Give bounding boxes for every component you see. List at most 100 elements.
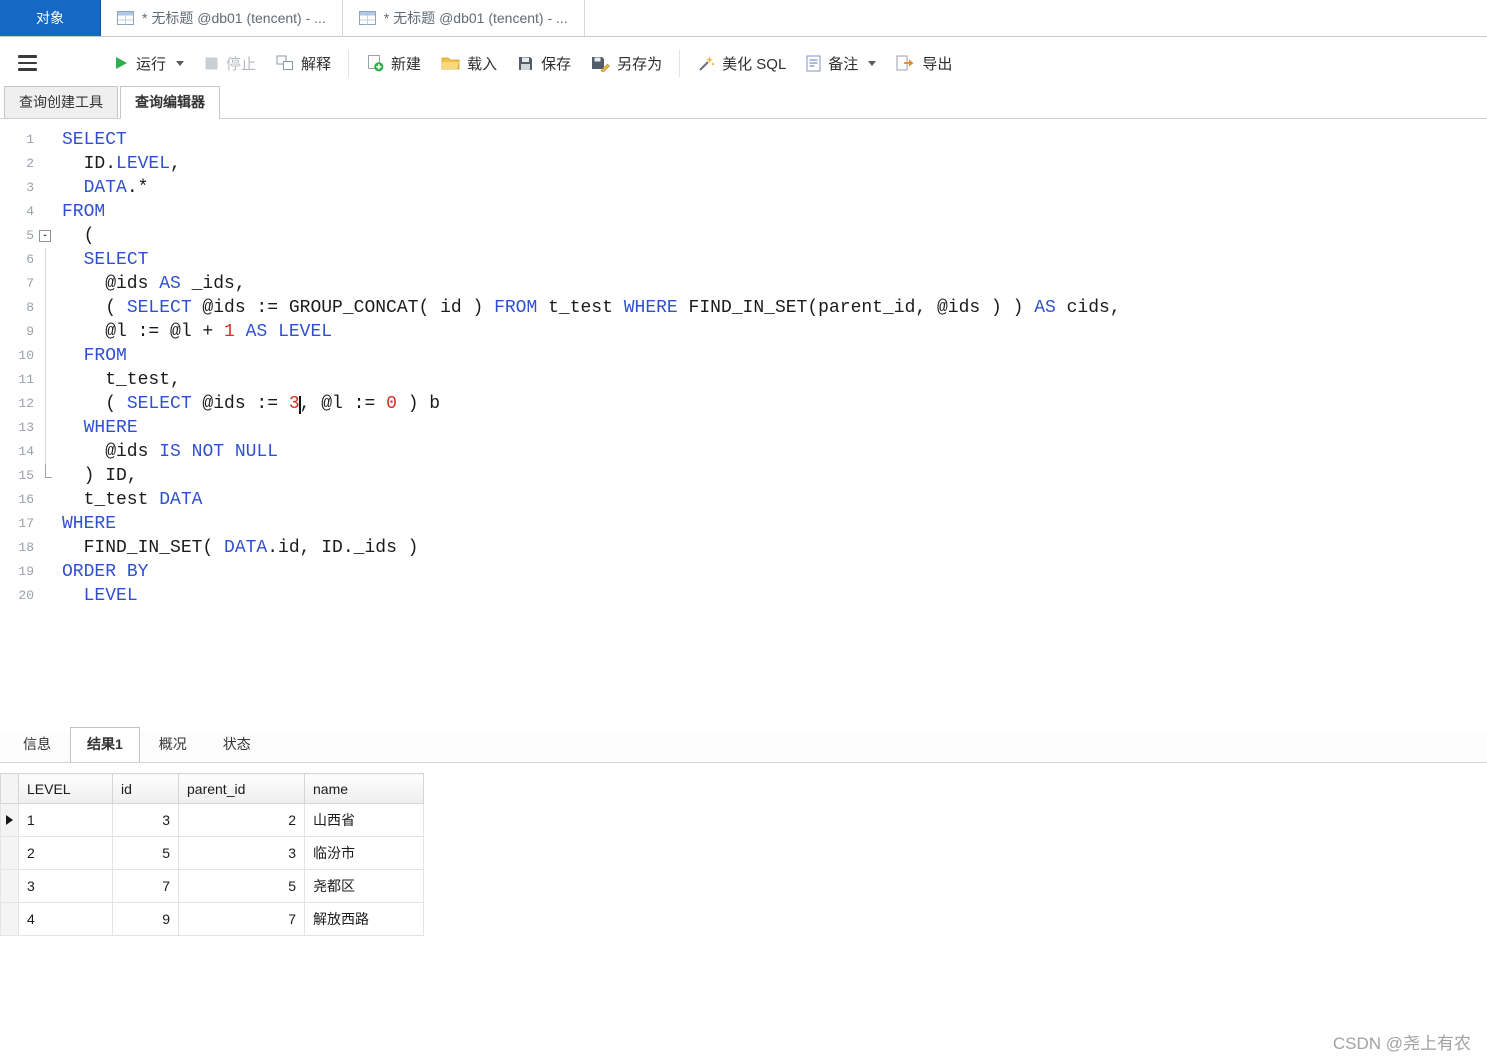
- cell-id[interactable]: 3: [112, 803, 179, 837]
- table-row[interactable]: 1 3 2 山西省: [0, 803, 424, 837]
- fold-gutter: [34, 200, 62, 224]
- fold-gutter: [34, 488, 62, 512]
- tab-query-builder[interactable]: 查询创建工具: [4, 86, 118, 118]
- save-as-button[interactable]: 另存为: [581, 46, 672, 81]
- tab-query-editor[interactable]: 查询编辑器: [120, 86, 220, 119]
- explain-button[interactable]: 解释: [266, 46, 341, 81]
- save-icon: [517, 55, 534, 72]
- cell-parent_id[interactable]: 3: [178, 836, 305, 870]
- code-line-5[interactable]: 5- (: [0, 224, 1487, 248]
- query-tab-icon: [358, 11, 376, 25]
- result-tab-3[interactable]: 状态: [206, 727, 268, 762]
- cell-name[interactable]: 山西省: [304, 803, 424, 837]
- code-text: t_test,: [62, 370, 181, 390]
- code-line-17[interactable]: 17 WHERE: [0, 512, 1487, 536]
- cell-LEVEL[interactable]: 1: [18, 803, 113, 837]
- beautify-sql-button[interactable]: 美化 SQL: [687, 46, 796, 81]
- code-line-8[interactable]: 8 ( SELECT @ids := GROUP_CONCAT( id ) FR…: [0, 296, 1487, 320]
- save-button[interactable]: 保存: [507, 46, 581, 81]
- code-line-9[interactable]: 9 @l := @l + 1 AS LEVEL: [0, 320, 1487, 344]
- tab-query-2[interactable]: * 无标题 @db01 (tencent) - ...: [342, 0, 585, 36]
- cell-LEVEL[interactable]: 2: [18, 836, 113, 870]
- line-number: 9: [26, 324, 34, 339]
- code-line-1[interactable]: 1 SELECT: [0, 128, 1487, 152]
- run-label: 运行: [136, 55, 167, 73]
- row-selector[interactable]: [0, 803, 19, 837]
- fold-collapse-icon[interactable]: -: [34, 224, 62, 248]
- tab-objects[interactable]: 对象: [0, 0, 101, 36]
- cell-id[interactable]: 5: [112, 836, 179, 870]
- load-button[interactable]: 载入: [431, 46, 507, 81]
- main-menu-button[interactable]: [8, 48, 47, 78]
- column-header-id[interactable]: id: [112, 773, 179, 804]
- row-selector[interactable]: [0, 869, 19, 903]
- tab-bar-empty-area: [585, 0, 1487, 36]
- code-line-7[interactable]: 7 @ids AS _ids,: [0, 272, 1487, 296]
- result-tab-0[interactable]: 信息: [6, 727, 68, 762]
- stop-button[interactable]: 停止: [194, 46, 266, 81]
- code-text: (: [62, 226, 95, 246]
- code-line-13[interactable]: 13 WHERE: [0, 416, 1487, 440]
- row-selector[interactable]: [0, 902, 19, 936]
- line-number: 13: [18, 420, 34, 435]
- column-header-parent_id[interactable]: parent_id: [178, 773, 305, 804]
- fold-gutter: [34, 464, 62, 488]
- row-selector[interactable]: [0, 836, 19, 870]
- code-text: ) ID,: [62, 466, 138, 486]
- result-tab-1[interactable]: 结果1: [70, 727, 140, 762]
- line-number: 11: [18, 372, 34, 387]
- fold-gutter: [34, 416, 62, 440]
- code-line-18[interactable]: 18 FIND_IN_SET( DATA.id, ID._ids ): [0, 536, 1487, 560]
- run-dropdown-icon[interactable]: [176, 60, 185, 66]
- table-row[interactable]: 3 7 5 尧都区: [0, 869, 424, 903]
- new-button[interactable]: 新建: [356, 46, 431, 81]
- code-line-10[interactable]: 10 FROM: [0, 344, 1487, 368]
- cell-id[interactable]: 7: [112, 869, 179, 903]
- fold-gutter: [34, 368, 62, 392]
- fold-gutter: [34, 392, 62, 416]
- code-line-15[interactable]: 15 ) ID,: [0, 464, 1487, 488]
- column-header-LEVEL[interactable]: LEVEL: [18, 773, 113, 804]
- result-tab-2[interactable]: 概况: [142, 727, 204, 762]
- tab-query-1[interactable]: * 无标题 @db01 (tencent) - ...: [101, 0, 343, 36]
- code-line-2[interactable]: 2 ID.LEVEL,: [0, 152, 1487, 176]
- line-number: 15: [18, 468, 34, 483]
- fold-gutter: [34, 320, 62, 344]
- cell-name[interactable]: 临汾市: [304, 836, 424, 870]
- result-tab-bar: 信息 结果1 概况 状态: [0, 727, 1487, 763]
- code-line-4[interactable]: 4 FROM: [0, 200, 1487, 224]
- cell-LEVEL[interactable]: 4: [18, 902, 113, 936]
- folder-icon: [441, 55, 460, 71]
- export-button[interactable]: 导出: [886, 46, 962, 81]
- cell-id[interactable]: 9: [112, 902, 179, 936]
- line-number: 5: [26, 228, 34, 243]
- code-line-19[interactable]: 19 ORDER BY: [0, 560, 1487, 584]
- table-row[interactable]: 2 5 3 临汾市: [0, 836, 424, 870]
- cell-LEVEL[interactable]: 3: [18, 869, 113, 903]
- code-line-12[interactable]: 12 ( SELECT @ids := 3, @l := 0 ) b: [0, 392, 1487, 416]
- code-text: SELECT: [83, 250, 149, 270]
- code-line-11[interactable]: 11 t_test,: [0, 368, 1487, 392]
- code-text: ( SELECT @ids := GROUP_CONCAT( id ) FROM…: [62, 298, 1121, 318]
- code-text: @ids AS _ids,: [62, 274, 246, 294]
- column-header-name[interactable]: name: [304, 773, 424, 804]
- cell-parent_id[interactable]: 2: [178, 803, 305, 837]
- fold-gutter: [34, 560, 62, 584]
- run-button[interactable]: 运行: [103, 46, 194, 81]
- cell-name[interactable]: 尧都区: [304, 869, 424, 903]
- table-row[interactable]: 4 9 7 解放西路: [0, 902, 424, 936]
- sql-editor[interactable]: 1 SELECT 2 ID.LEVEL, 3 DATA.* 4 FROM 5- (6 SEL…: [0, 119, 1487, 732]
- cell-parent_id[interactable]: 5: [178, 869, 305, 903]
- save-as-label: 另存为: [617, 55, 663, 73]
- comment-dropdown-icon[interactable]: [868, 60, 877, 66]
- line-number: 16: [18, 492, 34, 507]
- cell-parent_id[interactable]: 7: [178, 902, 305, 936]
- code-line-20[interactable]: 20 LEVEL: [0, 584, 1487, 608]
- code-line-16[interactable]: 16 t_test DATA: [0, 488, 1487, 512]
- code-line-14[interactable]: 14 @ids IS NOT NULL: [0, 440, 1487, 464]
- code-text: SELECT: [62, 130, 127, 150]
- code-line-3[interactable]: 3 DATA.*: [0, 176, 1487, 200]
- cell-name[interactable]: 解放西路: [304, 902, 424, 936]
- code-line-6[interactable]: 6 SELECT: [0, 248, 1487, 272]
- comment-button[interactable]: 备注: [796, 46, 886, 81]
